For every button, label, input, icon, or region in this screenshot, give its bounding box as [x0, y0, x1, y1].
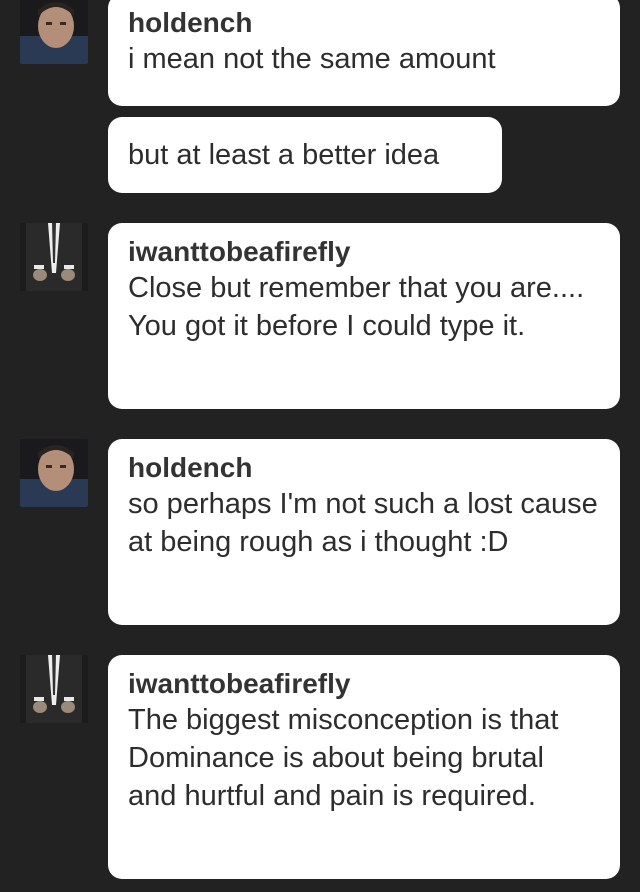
message-bubble: holdench i mean not the same amount [108, 0, 620, 106]
avatar-iwanttobeafirefly[interactable] [20, 655, 88, 723]
message-username[interactable]: holdench [128, 451, 600, 485]
avatar-photo-firefly-icon [20, 655, 88, 723]
avatar-holdench[interactable] [20, 0, 88, 64]
message-bubble: but at least a better idea [108, 117, 502, 193]
message-bubble: holdench so perhaps I'm not such a lost … [108, 439, 620, 625]
avatar-iwanttobeafirefly[interactable] [20, 223, 88, 291]
avatar-holdench[interactable] [20, 439, 88, 507]
message-text: so perhaps I'm not such a lost cause at … [128, 488, 598, 558]
message-text: but at least a better idea [128, 139, 440, 171]
avatar-photo-holdench-icon [20, 0, 88, 64]
message-text: i mean not the same amount [128, 43, 496, 75]
avatar-photo-holdench-icon [20, 439, 88, 507]
message-text: Close but remember that you are.... You … [128, 272, 585, 342]
message-bubble: iwanttobeafirefly The biggest misconcept… [108, 655, 620, 879]
avatar-photo-firefly-icon [20, 223, 88, 291]
message-username[interactable]: holdench [128, 6, 600, 40]
message-username[interactable]: iwanttobeafirefly [128, 667, 600, 701]
message-text: The biggest misconception is that Domina… [128, 704, 559, 812]
message-bubble: iwanttobeafirefly Close but remember tha… [108, 223, 620, 409]
message-username[interactable]: iwanttobeafirefly [128, 235, 600, 269]
